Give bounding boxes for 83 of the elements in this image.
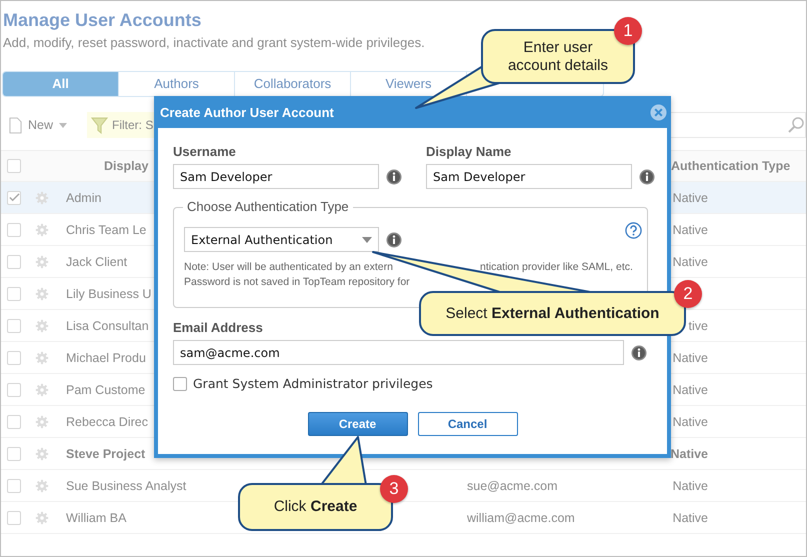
table-cell: Jack Client — [66, 254, 128, 268]
table-cell: Admin — [66, 190, 102, 204]
gear-icon[interactable] — [35, 254, 49, 268]
tab[interactable]: All — [3, 72, 119, 96]
checkbox[interactable] — [7, 350, 21, 364]
table-cell-text: Native — [672, 190, 708, 204]
note-text: Password is not saved in TopTeam repository for — [184, 275, 411, 290]
checkbox[interactable] — [7, 222, 21, 236]
caret-icon — [362, 236, 372, 242]
field-label: Display Name — [426, 144, 512, 159]
gear-icon[interactable] — [35, 222, 49, 236]
table-cell-text: Native — [672, 222, 708, 236]
checkbox[interactable] — [7, 318, 21, 332]
gear-icon[interactable] — [35, 190, 49, 204]
table-cell: william@acme.com — [467, 510, 575, 524]
table-cell: Pam Custome — [66, 382, 146, 396]
info-icon[interactable] — [386, 168, 402, 184]
table-cell-text: Native — [669, 446, 708, 460]
checkbox[interactable] — [7, 286, 21, 300]
column-header: Authentication Type — [671, 159, 790, 173]
input-field[interactable]: Sam Developer — [426, 164, 632, 189]
info-icon[interactable] — [386, 232, 402, 248]
table-cell-text: tive — [688, 318, 708, 332]
input-field[interactable]: sam@acme.com — [173, 340, 624, 365]
create-button[interactable]: Create — [308, 412, 408, 436]
checkbox[interactable] — [7, 446, 21, 460]
table-cell-text: Native — [672, 254, 708, 268]
search-icon[interactable] — [788, 117, 804, 133]
document-icon — [9, 116, 22, 134]
table-cell-text: Native — [672, 382, 708, 396]
table-cell: Chris Team Le — [66, 222, 146, 236]
gear-icon[interactable] — [35, 414, 49, 428]
checkbox[interactable] — [173, 376, 187, 390]
checkbox[interactable] — [7, 190, 21, 204]
checkbox[interactable] — [7, 159, 21, 173]
gear-icon[interactable] — [35, 382, 49, 396]
table-cell: Lisa Consultan — [66, 318, 149, 332]
fieldset-legend: Choose Authentication Type — [183, 199, 353, 214]
gear-icon[interactable] — [35, 478, 49, 492]
table-cell: Lily Business U — [66, 286, 152, 300]
column-header: Display — [104, 159, 148, 173]
table-cell-text: Native — [672, 478, 708, 492]
info-icon[interactable] — [639, 168, 655, 184]
input-field[interactable]: Sam Developer — [173, 164, 379, 189]
gear-icon[interactable] — [35, 318, 49, 332]
filter-icon — [91, 116, 108, 134]
field-label: Username — [173, 144, 237, 159]
note-text: ntication provider like SAML, etc. — [480, 260, 634, 275]
table-cell-text: Native — [672, 510, 708, 524]
checkbox[interactable] — [7, 382, 21, 396]
info-icon[interactable] — [631, 344, 647, 360]
checkbox-label: Grant System Administrator privileges — [193, 376, 433, 391]
check-icon — [8, 192, 20, 203]
gear-icon[interactable] — [35, 350, 49, 364]
gear-icon[interactable] — [35, 510, 49, 524]
table-cell: sue@acme.com — [467, 478, 558, 492]
dropdown[interactable]: External Authentication — [184, 227, 379, 252]
step-badge: 1 — [614, 17, 642, 45]
table-cell: Sue Business Analyst — [66, 478, 186, 492]
table-cell: William BA — [66, 510, 126, 524]
gear-icon[interactable] — [35, 446, 49, 460]
field-label: Email Address — [173, 320, 264, 335]
page-subtitle: Add, modify, reset password, inactivate and grant system-wide privileges. — [2, 34, 425, 50]
caret-icon — [59, 122, 68, 128]
table-cell: Rebecca Direc — [66, 414, 148, 428]
close-icon[interactable] — [650, 104, 667, 120]
note-text: Note: User will be authenticated by an extern — [184, 260, 394, 275]
dialog-title: Create Author User Account — [160, 104, 334, 120]
checkbox[interactable] — [7, 478, 21, 492]
table-cell-text: Native — [672, 350, 708, 364]
filter-field[interactable]: Filter: S — [87, 112, 155, 138]
table-cell-text: Native — [672, 414, 708, 428]
table-cell: Michael Produ — [66, 350, 146, 364]
page-title: Manage User Accounts — [2, 9, 202, 31]
table-cell: Steve Project — [66, 446, 146, 460]
checkbox[interactable] — [7, 510, 21, 524]
step-badge: 2 — [674, 280, 702, 308]
gear-icon[interactable] — [35, 286, 49, 300]
new-button[interactable]: New — [9, 116, 87, 134]
checkbox[interactable] — [7, 254, 21, 268]
help-icon[interactable] — [625, 222, 642, 239]
cancel-button[interactable]: Cancel — [418, 412, 518, 436]
checkbox[interactable] — [7, 414, 21, 428]
